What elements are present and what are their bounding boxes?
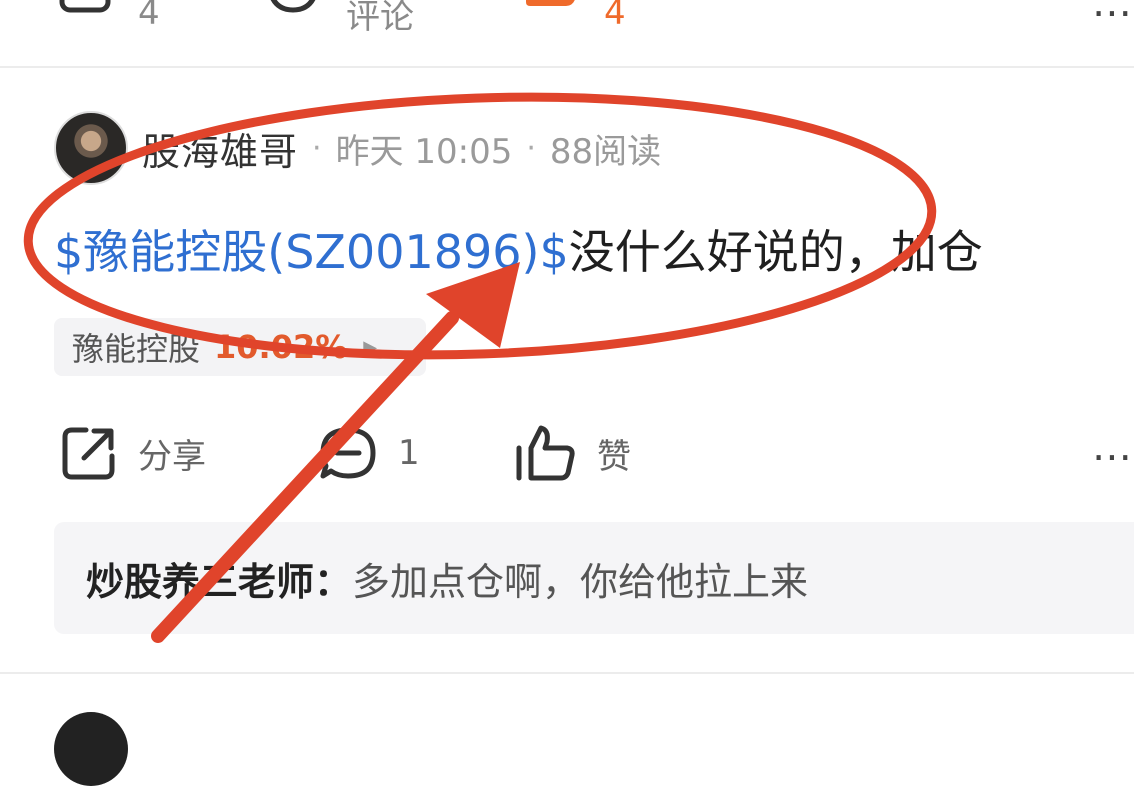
thumbs-up-icon — [516, 425, 575, 481]
comment-count: 1 — [398, 433, 420, 473]
meta-separator-dot: · — [526, 131, 536, 166]
share-icon — [62, 427, 115, 480]
author-avatar[interactable] — [54, 111, 128, 185]
more-options-button[interactable]: ⋯ — [1092, 434, 1134, 480]
post-time: 昨天 10:05 — [335, 132, 513, 172]
stock-chip-percent: 10.02% — [214, 328, 348, 366]
prev-like-count: 4 — [604, 0, 626, 33]
post-content: $豫能控股(SZ001896)$没什么好说的，加仓 — [54, 222, 983, 282]
more-icon: ⋯ — [1092, 0, 1132, 36]
read-count: 88阅读 — [549, 132, 662, 172]
share-button[interactable]: 分享 — [60, 424, 206, 482]
prev-like-action[interactable]: 4 — [522, 0, 626, 42]
post-meta: 股海雄哥 · 昨天 10:05 · 88阅读 — [142, 121, 661, 176]
author-name[interactable]: 股海雄哥 — [142, 121, 298, 176]
share-icon — [59, 0, 111, 13]
thumbs-up-filled-icon — [526, 0, 575, 6]
comment-author[interactable]: 炒股养三老师： — [86, 551, 352, 606]
share-label: 分享 — [138, 436, 206, 477]
like-button[interactable]: 赞 — [515, 424, 631, 482]
stock-chip[interactable]: 豫能控股 10.02% ▶ — [54, 318, 426, 376]
previous-post-action-bar: 4 评论 4 ⋯ — [0, 0, 1134, 66]
prev-more-button[interactable]: ⋯ — [1092, 0, 1132, 36]
next-post-avatar[interactable] — [54, 712, 128, 786]
like-label: 赞 — [597, 436, 631, 477]
stock-link[interactable]: $豫能控股(SZ001896)$ — [54, 225, 569, 279]
prev-comment-action[interactable]: 评论 — [262, 0, 414, 42]
meta-separator-dot: · — [312, 131, 322, 166]
comment-text: 多加点仓啊，你给他拉上来 — [352, 559, 809, 604]
post-action-bar: 分享 1 赞 ⋯ — [0, 424, 1134, 488]
prev-comment-label: 评论 — [346, 0, 414, 37]
post-body-text: 没什么好说的，加仓 — [568, 225, 983, 279]
comment-icon — [270, 0, 316, 13]
post-divider-bottom — [0, 672, 1134, 674]
prev-share-count: 4 — [138, 0, 160, 33]
comment-icon — [320, 427, 376, 479]
comment-button[interactable]: 1 — [318, 424, 420, 482]
stock-chip-name: 豫能控股 — [72, 330, 201, 368]
post-divider — [0, 66, 1134, 68]
prev-share-action[interactable]: 4 — [58, 0, 160, 42]
chevron-right-icon: ▶ — [363, 336, 378, 358]
comment-preview[interactable]: 炒股养三老师： 多加点仓啊，你给他拉上来 — [54, 522, 1134, 634]
